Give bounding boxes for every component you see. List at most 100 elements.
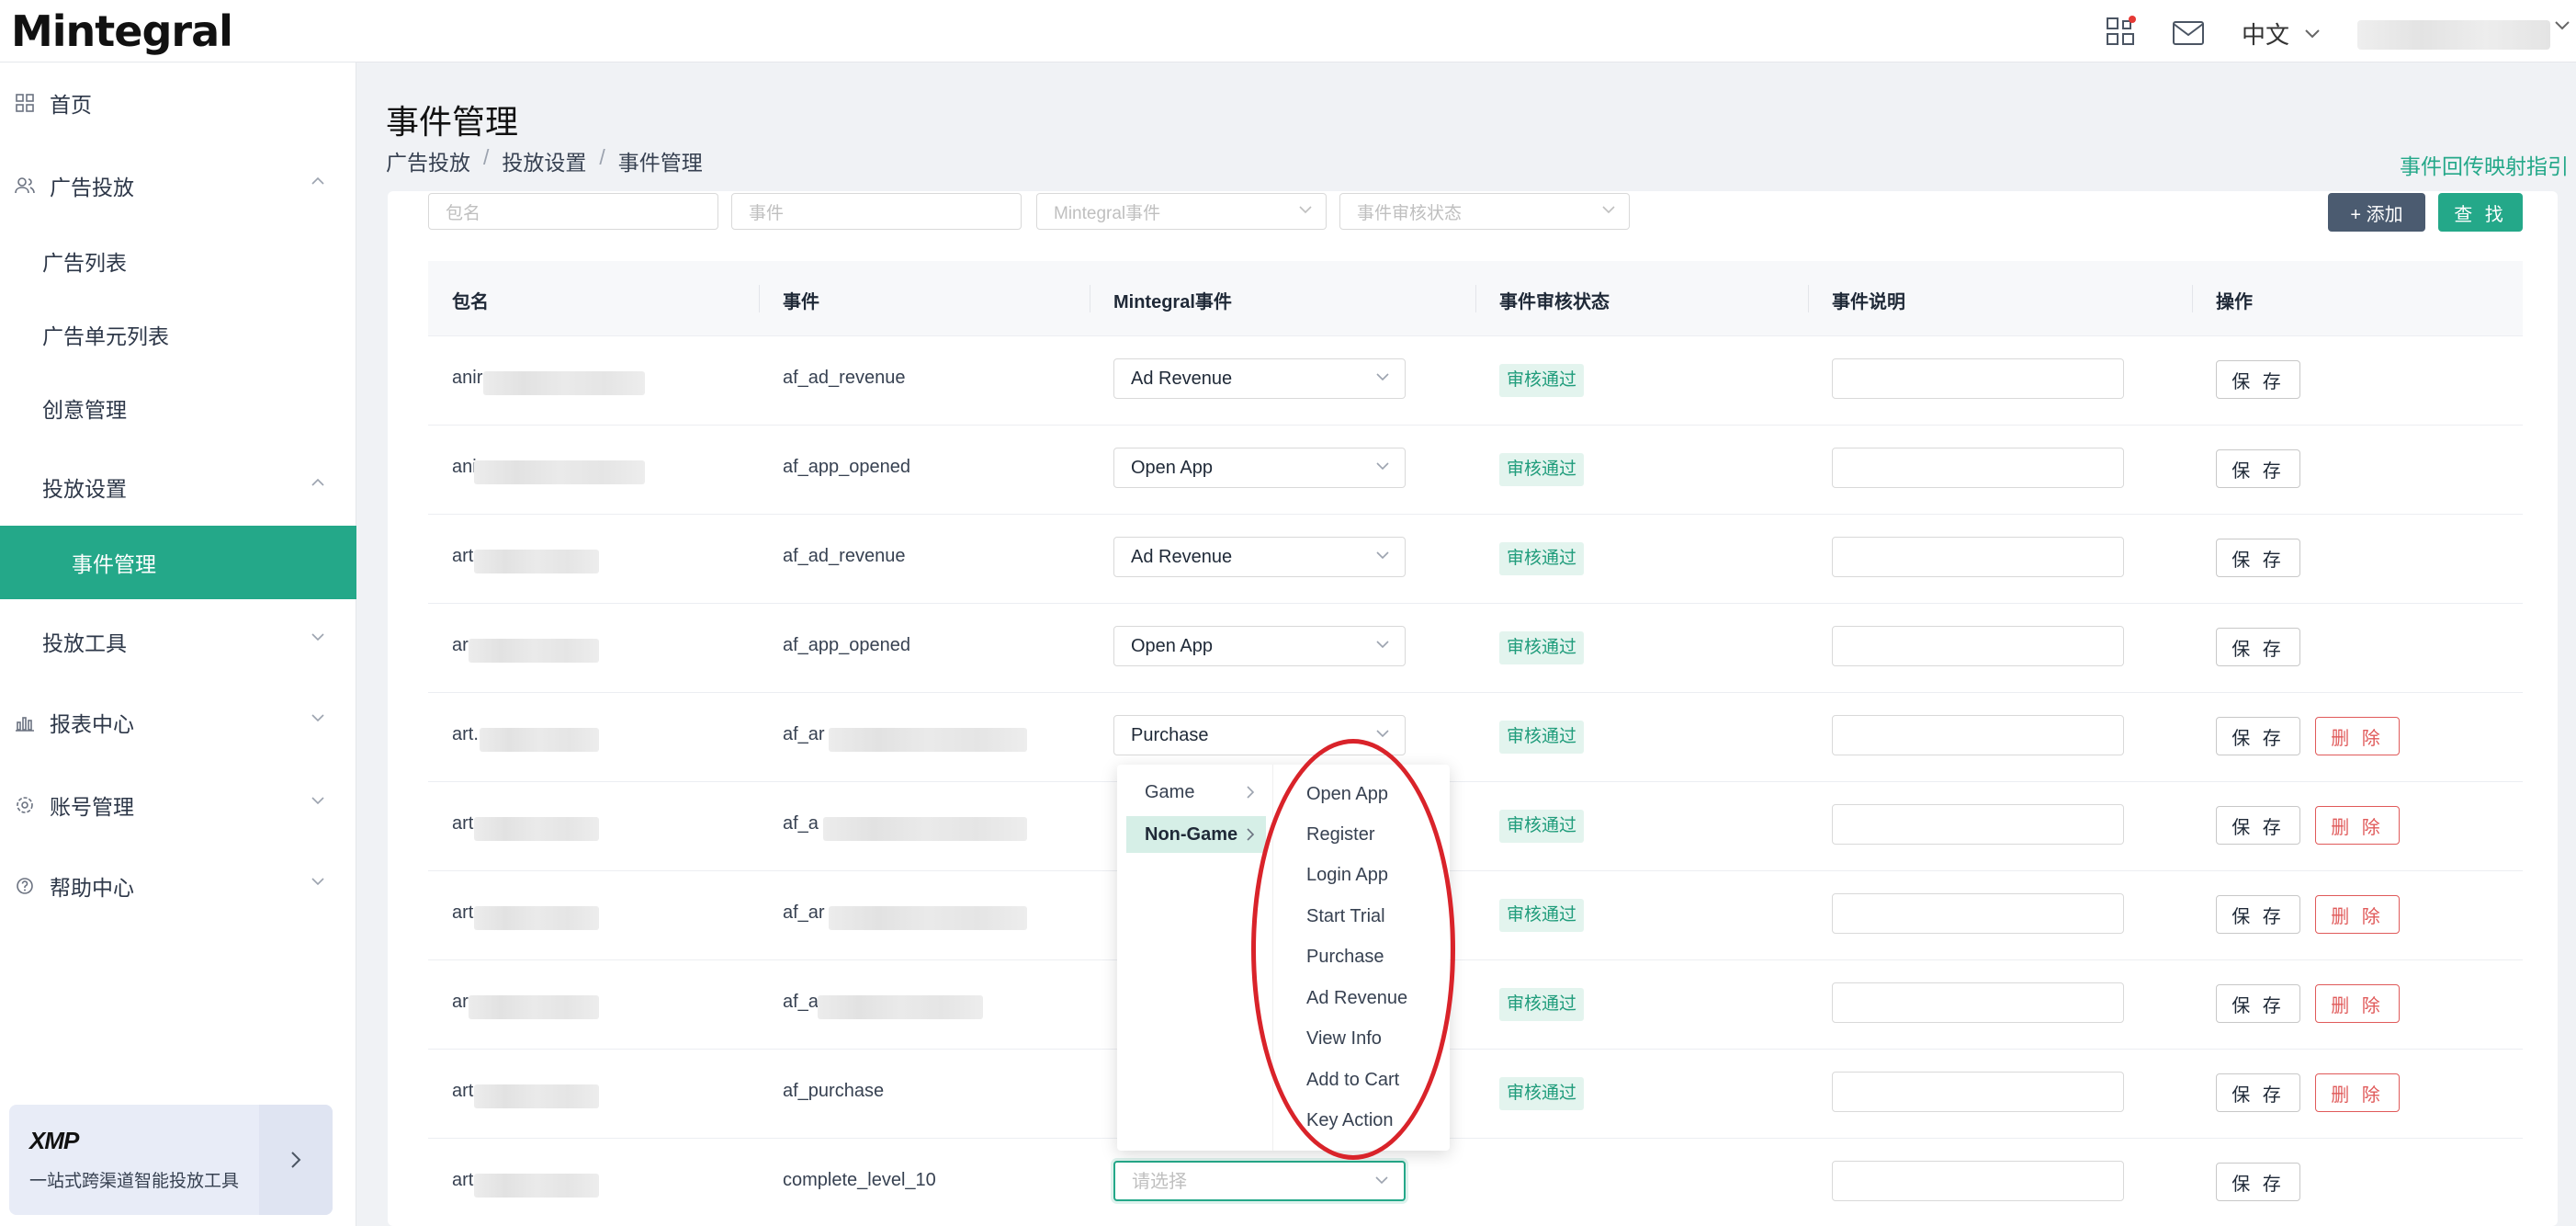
package-name: anir bbox=[452, 368, 483, 388]
redacted-text bbox=[474, 906, 599, 930]
cascader-option[interactable]: Start Trial bbox=[1294, 898, 1441, 935]
sidebar-item-home[interactable]: 首页 bbox=[0, 66, 356, 140]
chevron-down-icon bbox=[1376, 551, 1389, 560]
mail-icon[interactable] bbox=[2172, 17, 2205, 50]
table-row: ar af_a 审核通过 保 存 删 除 bbox=[428, 960, 2523, 1050]
cascader-category-game[interactable]: Game bbox=[1126, 774, 1266, 811]
save-button[interactable]: 保 存 bbox=[2216, 360, 2300, 399]
save-button[interactable]: 保 存 bbox=[2216, 984, 2300, 1023]
sidebar-item-creative[interactable]: 创意管理 bbox=[0, 371, 356, 445]
cascader-option[interactable]: Register bbox=[1294, 816, 1441, 853]
cascader-category-non-game[interactable]: Non-Game bbox=[1126, 816, 1266, 853]
chevron-down-icon bbox=[1299, 206, 1312, 214]
cascader-option[interactable]: Purchase bbox=[1294, 938, 1441, 975]
redacted-text bbox=[483, 371, 645, 395]
breadcrumb-item[interactable]: 广告投放 bbox=[386, 145, 470, 176]
event-description-input[interactable] bbox=[1832, 537, 2124, 577]
save-button[interactable]: 保 存 bbox=[2216, 717, 2300, 755]
sidebar-item-help-center[interactable]: 帮助中心 bbox=[0, 849, 356, 923]
page-title: 事件管理 bbox=[386, 103, 519, 141]
event-name: af_a bbox=[783, 992, 819, 1012]
mintegral-event-select[interactable]: Purchase bbox=[1113, 715, 1406, 755]
event-description-input[interactable] bbox=[1832, 982, 2124, 1023]
add-button[interactable]: + 添加 bbox=[2328, 193, 2425, 232]
chevron-down-icon bbox=[311, 714, 324, 722]
event-description-input[interactable] bbox=[1832, 358, 2124, 399]
mintegral-event-select-active[interactable]: 请选择 bbox=[1113, 1161, 1406, 1201]
column-header: Mintegral事件 bbox=[1113, 292, 1232, 312]
delete-button[interactable]: 删 除 bbox=[2315, 1073, 2400, 1112]
delete-button[interactable]: 删 除 bbox=[2315, 895, 2400, 934]
table-row: art af_ad_revenue Ad Revenue 审核通过 保 存 bbox=[428, 515, 2523, 604]
delete-button[interactable]: 删 除 bbox=[2315, 806, 2400, 845]
sidebar-item-delivery-settings[interactable]: 投放设置 bbox=[0, 450, 356, 524]
event-name: af_a bbox=[783, 813, 819, 834]
sidebar-item-ads[interactable]: 广告投放 bbox=[0, 149, 356, 222]
sidebar-item-delivery-tools[interactable]: 投放工具 bbox=[0, 605, 356, 678]
save-button[interactable]: 保 存 bbox=[2216, 895, 2300, 934]
language-label: 中文 bbox=[2242, 21, 2290, 49]
event-description-input[interactable] bbox=[1832, 448, 2124, 488]
cascader-option[interactable]: Key Action bbox=[1294, 1102, 1441, 1139]
status-badge: 审核通过 bbox=[1499, 364, 1585, 397]
review-status-filter-select[interactable]: 事件审核状态 bbox=[1339, 193, 1630, 230]
sidebar-item-ad-unit-list[interactable]: 广告单元列表 bbox=[0, 298, 356, 371]
find-button[interactable]: 查 找 bbox=[2438, 193, 2523, 232]
table-row: ani af_app_opened Open App 审核通过 保 存 bbox=[428, 426, 2523, 515]
delete-button[interactable]: 删 除 bbox=[2315, 717, 2400, 755]
save-button[interactable]: 保 存 bbox=[2216, 539, 2300, 577]
event-filter-input[interactable]: 事件 bbox=[731, 193, 1022, 230]
delete-button[interactable]: 删 除 bbox=[2315, 984, 2400, 1023]
save-button[interactable]: 保 存 bbox=[2216, 628, 2300, 666]
mintegral-event-select[interactable]: Ad Revenue bbox=[1113, 537, 1406, 577]
event-description-input[interactable] bbox=[1832, 804, 2124, 845]
table-header: 包名 事件 Mintegral事件 事件审核状态 事件说明 操作 bbox=[428, 261, 2523, 336]
redacted-text bbox=[474, 460, 645, 484]
breadcrumb-item[interactable]: 投放设置 bbox=[502, 145, 586, 176]
language-switcher[interactable]: 中文 bbox=[2242, 17, 2321, 51]
package-name: art bbox=[452, 813, 474, 834]
sidebar-item-report-center[interactable]: 报表中心 bbox=[0, 686, 356, 759]
redacted-text bbox=[474, 550, 599, 573]
xmp-logo: XMP bbox=[29, 1127, 79, 1154]
status-badge: 审核通过 bbox=[1499, 810, 1585, 843]
mintegral-event-filter-select[interactable]: Mintegral事件 bbox=[1036, 193, 1327, 230]
sidebar-item-ad-list[interactable]: 广告列表 bbox=[0, 224, 356, 298]
event-description-input[interactable] bbox=[1832, 1072, 2124, 1112]
event-description-input[interactable] bbox=[1832, 626, 2124, 666]
help-circle-icon bbox=[15, 876, 35, 896]
event-description-input[interactable] bbox=[1832, 893, 2124, 934]
save-button[interactable]: 保 存 bbox=[2216, 1073, 2300, 1112]
apps-grid-icon[interactable] bbox=[2104, 15, 2137, 48]
package-filter-input[interactable]: 包名 bbox=[428, 193, 718, 230]
package-name: ar bbox=[452, 635, 469, 655]
event-description-input[interactable] bbox=[1832, 1161, 2124, 1201]
xmp-promo-card[interactable]: XMP 一站式跨渠道智能投放工具 bbox=[9, 1105, 333, 1215]
save-button[interactable]: 保 存 bbox=[2216, 806, 2300, 845]
sidebar-item-account-mgmt[interactable]: 账号管理 bbox=[0, 768, 356, 842]
user-account-blurred[interactable] bbox=[2357, 20, 2550, 50]
cascader-option[interactable]: Ad Revenue bbox=[1294, 980, 1441, 1016]
bar-chart-icon bbox=[15, 712, 35, 732]
chevron-down-icon[interactable] bbox=[2554, 20, 2570, 31]
event-cascader-dropdown: Game Non-Game Open App Register Login Ap… bbox=[1117, 765, 1450, 1151]
sidebar-item-event-mgmt[interactable]: 事件管理 bbox=[0, 526, 356, 599]
chevron-down-icon bbox=[1376, 641, 1389, 649]
cascader-option[interactable]: Add to Cart bbox=[1294, 1061, 1441, 1098]
mintegral-event-select[interactable]: Ad Revenue bbox=[1113, 358, 1406, 399]
package-name: ar bbox=[452, 992, 469, 1012]
save-button[interactable]: 保 存 bbox=[2216, 1163, 2300, 1201]
mintegral-event-select[interactable]: Open App bbox=[1113, 448, 1406, 488]
cascader-option[interactable]: Open App bbox=[1294, 776, 1441, 812]
mintegral-logo[interactable]: Mintegral bbox=[11, 6, 233, 57]
status-badge: 审核通过 bbox=[1499, 988, 1585, 1021]
event-description-input[interactable] bbox=[1832, 715, 2124, 755]
event-mapping-guide-link[interactable]: 事件回传映射指引 bbox=[2400, 149, 2569, 180]
column-header: 事件说明 bbox=[1832, 292, 1905, 312]
chevron-right-icon[interactable] bbox=[259, 1105, 333, 1215]
mintegral-event-select[interactable]: Open App bbox=[1113, 626, 1406, 666]
save-button[interactable]: 保 存 bbox=[2216, 449, 2300, 488]
cascader-option[interactable]: View Info bbox=[1294, 1020, 1441, 1057]
event-name: af_ad_revenue bbox=[783, 368, 906, 388]
cascader-option[interactable]: Login App bbox=[1294, 857, 1441, 893]
